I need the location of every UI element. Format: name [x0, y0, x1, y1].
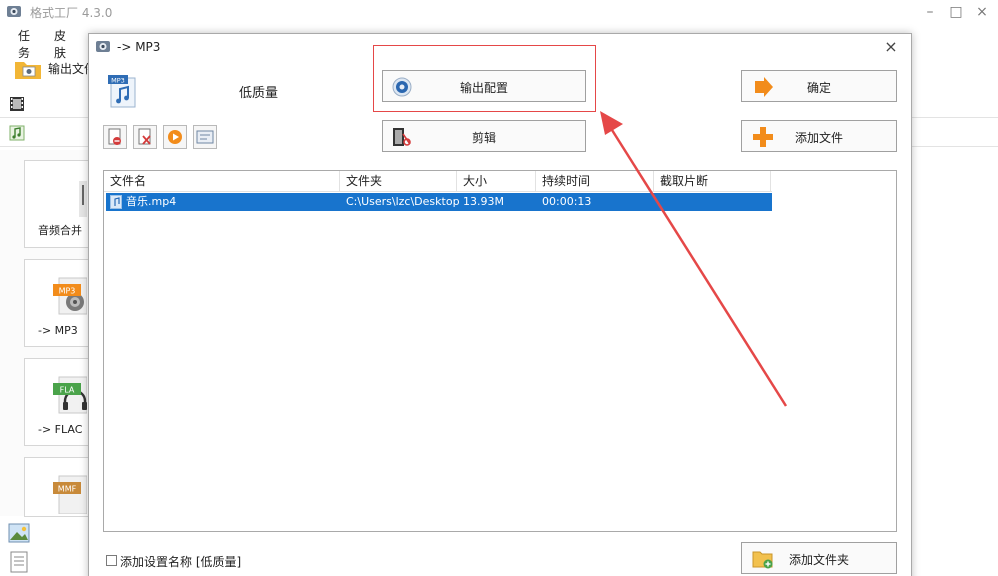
cell-filename: 音乐.mp4	[126, 195, 177, 208]
clip-button[interactable]: 剪辑	[382, 120, 586, 152]
quality-level-label: 低质量	[239, 86, 279, 101]
media-info-button[interactable]	[193, 125, 217, 149]
flac-headphones-icon: FLA	[53, 376, 87, 414]
ok-label: 确定	[806, 81, 831, 95]
add-setting-name-label: 添加设置名称 [低质量]	[120, 555, 242, 569]
mp3-profile-icon: MP3	[108, 75, 136, 108]
play-icon	[168, 130, 182, 144]
file-list-table: 文件名 文件夹 大小 持续时间 截取片断 音乐.mp4 C:\Users\lzc…	[103, 170, 897, 532]
tile-audio-merge[interactable]: 音频合并	[24, 160, 90, 248]
close-button[interactable]: ×	[970, 2, 994, 22]
dialog-app-icon	[96, 41, 110, 52]
column-header-duration[interactable]: 持续时间	[536, 171, 654, 192]
cell-folder: C:\Users\lzc\Desktop	[346, 195, 460, 208]
play-button[interactable]	[163, 125, 187, 149]
add-file-label: 添加文件	[794, 131, 843, 145]
minimize-button[interactable]: –	[918, 2, 942, 22]
remove-item-button[interactable]	[103, 125, 127, 149]
film-icon	[10, 97, 24, 111]
mmf-icon: MMF	[53, 475, 87, 514]
clip-label: 剪辑	[471, 131, 496, 145]
dialog-title: -> MP3	[117, 40, 161, 54]
music-note-icon	[9, 125, 25, 141]
cell-clip	[654, 193, 660, 211]
mp3-badge: MP3	[59, 287, 76, 296]
column-header-size[interactable]: 大小	[457, 171, 536, 192]
mp3-conversion-dialog: -> MP3 × MP3 低质量 输出配置 确定 剪辑 添加文件 文件名 文件夹…	[88, 33, 912, 576]
cell-duration: 00:00:13	[542, 195, 592, 208]
output-config-highlight-box	[373, 45, 596, 112]
table-row[interactable]: 音乐.mp4 C:\Users\lzc\Desktop 13.93M 00:00…	[106, 193, 772, 211]
mp3-speaker-icon: MP3	[53, 277, 87, 315]
column-header-clip[interactable]: 截取片断	[654, 171, 771, 192]
add-file-button[interactable]: 添加文件	[741, 120, 897, 152]
clear-list-button[interactable]	[133, 125, 157, 149]
main-title-bar: 格式工厂 4.3.0 – □ ×	[0, 0, 998, 24]
clear-list-icon	[138, 128, 151, 145]
maximize-button[interactable]: □	[944, 2, 968, 22]
mmf-badge: MMF	[58, 485, 77, 494]
add-folder-label: 添加文件夹	[788, 553, 849, 567]
add-folder-button[interactable]: 添加文件夹	[741, 542, 897, 574]
tile-to-mmf[interactable]: MMF	[24, 457, 90, 517]
menu-item-skin[interactable]: 皮肤	[54, 27, 66, 61]
column-header-folder[interactable]: 文件夹	[340, 171, 457, 192]
add-setting-name-checkbox[interactable]	[106, 555, 117, 566]
dialog-close-button[interactable]: ×	[881, 37, 901, 57]
audio-merge-icon	[79, 181, 87, 217]
document-category-icon[interactable]	[8, 551, 30, 573]
ok-button[interactable]: 确定	[741, 70, 897, 102]
picture-category-icon[interactable]	[8, 522, 30, 544]
tile-label: -> FLAC	[38, 423, 83, 436]
media-info-icon	[196, 130, 214, 144]
tile-to-mp3[interactable]: MP3 -> MP3	[24, 259, 90, 347]
table-header: 文件名 文件夹 大小 持续时间 截取片断	[104, 171, 772, 192]
remove-file-icon	[108, 128, 121, 145]
flac-badge: FLA	[60, 386, 75, 395]
main-window-title: 格式工厂 4.3.0	[30, 6, 113, 20]
format-factory-app-icon	[7, 6, 21, 17]
mp3-profile-badge: MP3	[111, 76, 125, 84]
tile-to-flac[interactable]: FLA -> FLAC	[24, 358, 90, 446]
cell-size: 13.93M	[463, 195, 504, 208]
output-folder-icon[interactable]	[14, 56, 42, 80]
tile-label: -> MP3	[38, 324, 78, 337]
tile-label: 音频合并	[38, 224, 82, 237]
column-header-filename[interactable]: 文件名	[104, 171, 340, 192]
